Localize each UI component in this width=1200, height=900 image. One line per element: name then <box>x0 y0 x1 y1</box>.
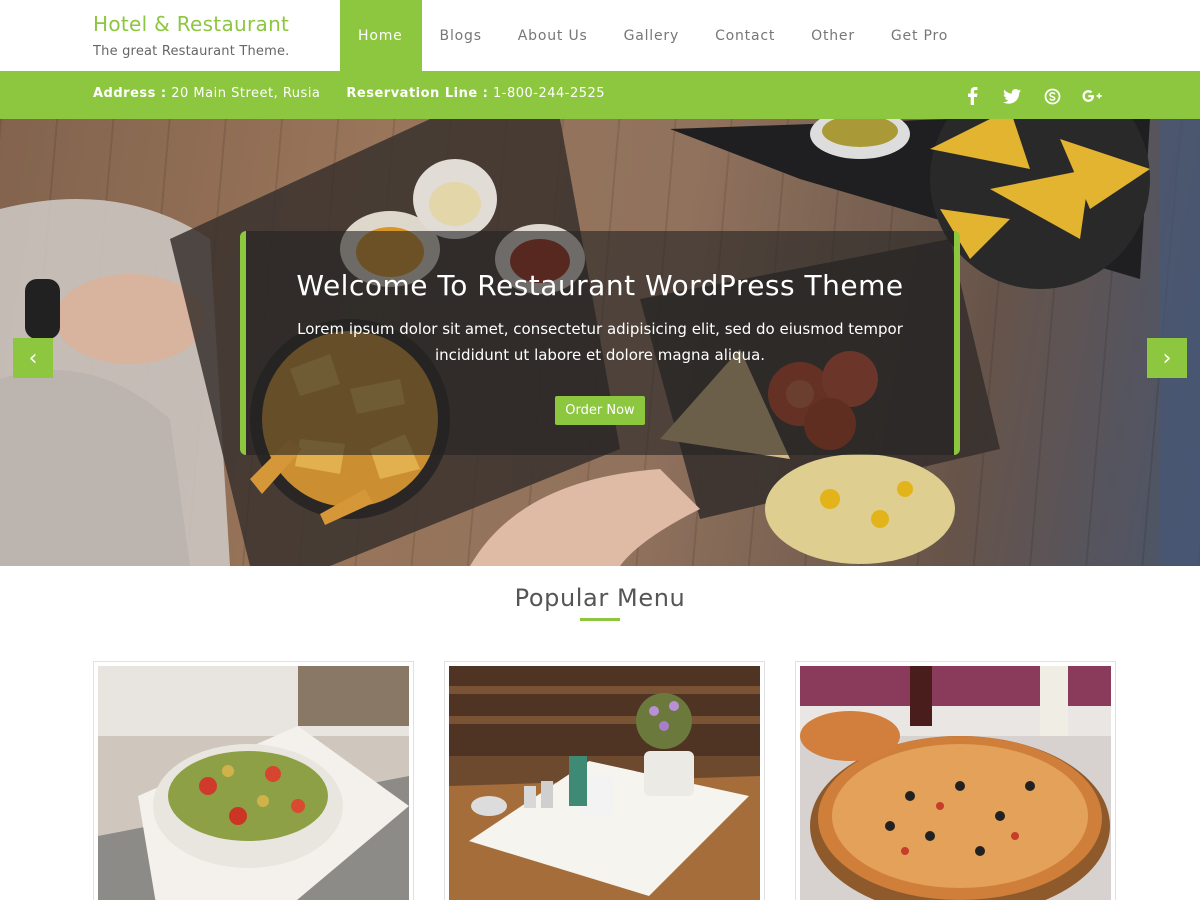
nav-item-gallery[interactable]: Gallery <box>606 0 697 71</box>
main-nav: Home Blogs About Us Gallery Contact Othe… <box>340 0 966 71</box>
nav-item-home[interactable]: Home <box>340 0 422 71</box>
google-plus-icon[interactable] <box>1082 86 1102 106</box>
pasta-salad-image <box>98 666 409 900</box>
hero-slider: Welcome To Restaurant WordPress Theme Lo… <box>0 119 1200 566</box>
nav-item-about-us[interactable]: About Us <box>500 0 606 71</box>
site-title[interactable]: Hotel & Restaurant <box>93 12 290 36</box>
reservation-info: Reservation Line : 1-800-244-2525 <box>346 86 605 101</box>
site-header: Hotel & Restaurant The great Restaurant … <box>0 0 1200 71</box>
chevron-left-icon: ‹ <box>28 345 38 371</box>
nav-item-blogs[interactable]: Blogs <box>422 0 500 71</box>
nav-item-get-pro[interactable]: Get Pro <box>873 0 966 71</box>
chevron-right-icon: › <box>1162 345 1172 371</box>
reservation-label: Reservation Line : <box>346 86 489 101</box>
nav-item-contact[interactable]: Contact <box>697 0 793 71</box>
contact-info: Address : 20 Main Street, Rusia Reservat… <box>93 86 605 101</box>
facebook-icon[interactable] <box>962 86 982 106</box>
skype-icon[interactable] <box>1042 86 1062 106</box>
title-underline <box>580 618 620 621</box>
popular-menu-title: Popular Menu <box>514 584 686 612</box>
menu-card[interactable] <box>444 661 765 900</box>
slider-next-button[interactable]: › <box>1147 338 1187 378</box>
slider-prev-button[interactable]: ‹ <box>13 338 53 378</box>
brand[interactable]: Hotel & Restaurant The great Restaurant … <box>93 12 290 59</box>
twitter-icon[interactable] <box>1002 86 1022 106</box>
slide-caption: Welcome To Restaurant WordPress Theme Lo… <box>240 231 960 455</box>
menu-card[interactable] <box>795 661 1116 900</box>
slide-title: Welcome To Restaurant WordPress Theme <box>296 269 904 302</box>
menu-card[interactable] <box>93 661 414 900</box>
address-label: Address : <box>93 86 167 101</box>
address-value: 20 Main Street, Rusia <box>171 86 321 101</box>
address-info: Address : 20 Main Street, Rusia <box>93 86 320 101</box>
site-tagline: The great Restaurant Theme. <box>93 44 290 59</box>
pizza-image <box>800 666 1111 900</box>
nav-item-other[interactable]: Other <box>793 0 873 71</box>
cafe-table-image <box>449 666 760 900</box>
slide-description: Lorem ipsum dolor sit amet, consectetur … <box>297 320 903 364</box>
info-bar: Address : 20 Main Street, Rusia Reservat… <box>0 71 1200 119</box>
social-links <box>962 86 1102 106</box>
reservation-value: 1-800-244-2525 <box>493 86 606 101</box>
menu-cards <box>93 661 1116 900</box>
order-now-button[interactable]: Order Now <box>555 396 645 425</box>
